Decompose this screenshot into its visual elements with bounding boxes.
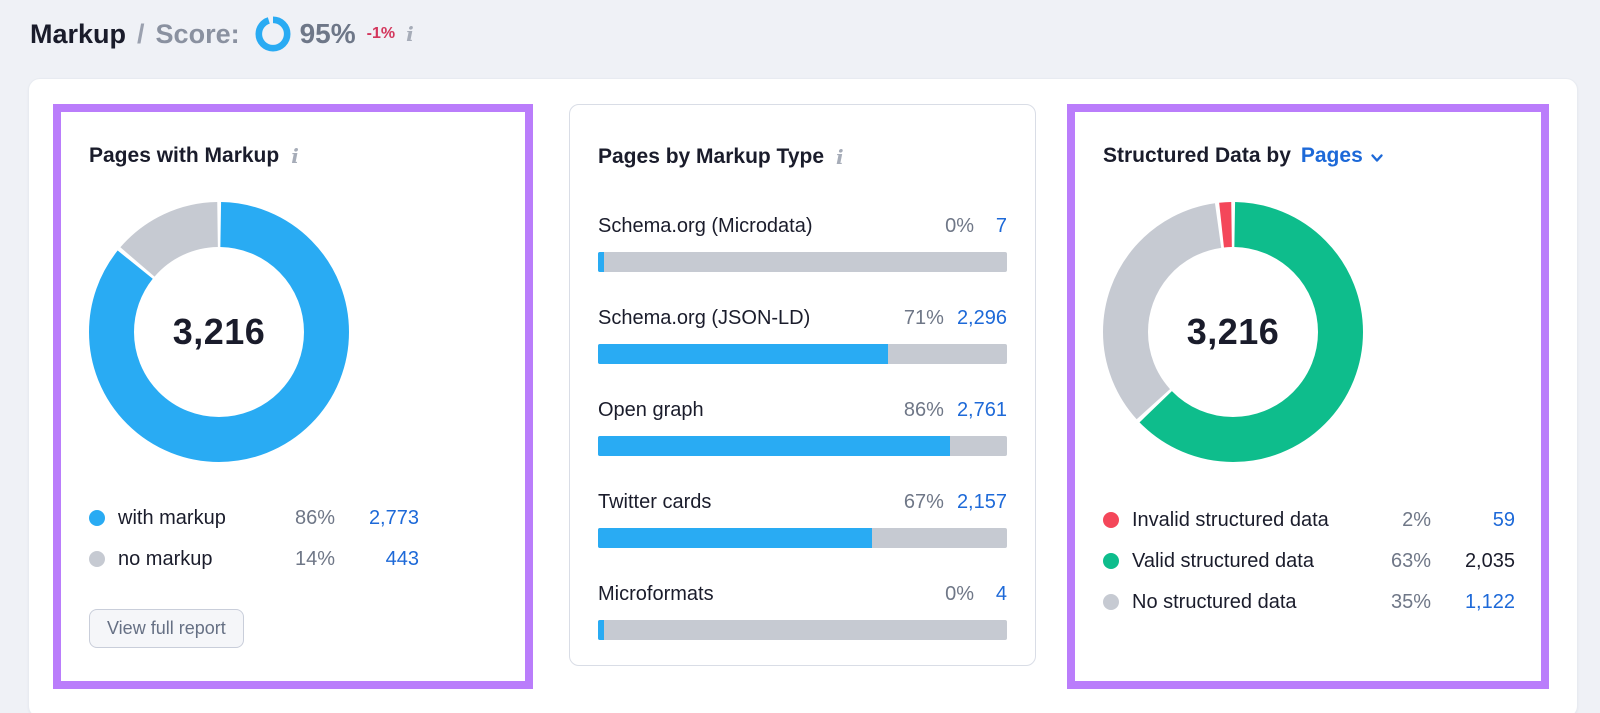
markup-report-panel: Pages with Markup i 3,216 with markup 86… <box>28 78 1578 713</box>
donut-center-value: 3,216 <box>1103 202 1363 462</box>
bar-count-link[interactable]: 2,761 <box>957 399 1007 422</box>
bar-percent: 86% <box>904 399 944 422</box>
blue-dot-icon <box>89 510 105 526</box>
bar-fill <box>598 620 604 640</box>
donut-center-value: 3,216 <box>89 202 349 462</box>
structured-data-title: Structured Data by <box>1103 144 1291 168</box>
bar-track <box>598 344 1007 364</box>
legend-item-with-markup: with markup 86% 2,773 <box>89 506 419 530</box>
bar-label: Schema.org (JSON-LD) <box>598 307 904 330</box>
legend-item-no-markup: no markup 14% 443 <box>89 547 419 571</box>
bar-row-schema-microdata: Schema.org (Microdata) 0% 7 <box>598 215 1007 272</box>
pages-selector-label: Pages <box>1301 144 1363 168</box>
bar-fill <box>598 344 888 364</box>
page-title: Markup <box>30 19 126 50</box>
legend-count-link[interactable]: 1,122 <box>1431 591 1515 614</box>
bar-count-link[interactable]: 2,296 <box>957 307 1007 330</box>
bar-label: Open graph <box>598 399 904 422</box>
bar-percent: 71% <box>904 307 944 330</box>
bar-count-link[interactable]: 7 <box>987 215 1007 238</box>
bar-track <box>598 436 1007 456</box>
bar-fill <box>598 436 950 456</box>
bar-percent: 0% <box>945 583 974 606</box>
bar-row-open-graph: Open graph 86% 2,761 <box>598 399 1007 456</box>
bar-count-link[interactable]: 2,157 <box>957 491 1007 514</box>
legend-count-link[interactable]: 59 <box>1431 509 1515 532</box>
score-delta-badge: -1% <box>367 25 395 43</box>
bar-track <box>598 528 1007 548</box>
bar-label: Schema.org (Microdata) <box>598 215 945 238</box>
score-label: Score: <box>156 19 240 50</box>
score-value: 95% <box>300 18 356 50</box>
legend-label: Invalid structured data <box>1132 509 1371 532</box>
pages-with-markup-legend: with markup 86% 2,773 no markup 14% 443 <box>89 506 419 571</box>
bar-percent: 0% <box>945 215 974 238</box>
legend-percent: 2% <box>1371 509 1431 532</box>
structured-data-card: Structured Data by Pages 3,216 Invalid s… <box>1067 104 1549 689</box>
bar-track <box>598 620 1007 640</box>
legend-percent: 63% <box>1371 550 1431 573</box>
score-ring-icon <box>255 16 291 52</box>
bar-row-microformats: Microformats 0% 4 <box>598 583 1007 640</box>
gray-dot-icon <box>89 551 105 567</box>
legend-percent: 14% <box>275 548 335 571</box>
pages-with-markup-title: Pages with Markup <box>89 144 279 168</box>
bar-track <box>598 252 1007 272</box>
structured-data-legend: Invalid structured data 2% 59 Valid stru… <box>1103 508 1515 614</box>
legend-percent: 35% <box>1371 591 1431 614</box>
legend-item-valid: Valid structured data 63% 2,035 <box>1103 549 1515 573</box>
pages-by-markup-type-info-icon[interactable]: i <box>834 147 846 167</box>
green-dot-icon <box>1103 553 1119 569</box>
pages-by-markup-type-title: Pages by Markup Type <box>598 145 824 169</box>
page-header: Markup / Score: 95% -1% i <box>30 16 416 52</box>
legend-count: 2,035 <box>1431 550 1515 573</box>
bar-label: Microformats <box>598 583 945 606</box>
breadcrumb-slash: / <box>137 19 145 50</box>
legend-item-none: No structured data 35% 1,122 <box>1103 590 1515 614</box>
legend-label: with markup <box>118 507 275 530</box>
pages-selector-dropdown[interactable]: Pages <box>1301 144 1385 168</box>
pages-with-markup-info-icon[interactable]: i <box>289 146 301 166</box>
bar-percent: 67% <box>904 491 944 514</box>
pages-with-markup-card: Pages with Markup i 3,216 with markup 86… <box>53 104 533 689</box>
bar-row-twitter-cards: Twitter cards 67% 2,157 <box>598 491 1007 548</box>
markup-type-bar-list: Schema.org (Microdata) 0% 7 Schema.org (… <box>598 215 1007 640</box>
legend-label: No structured data <box>1132 591 1371 614</box>
legend-count-link[interactable]: 443 <box>335 548 419 571</box>
bar-fill <box>598 528 872 548</box>
gray-dot-icon <box>1103 594 1119 610</box>
structured-data-donut-chart: 3,216 <box>1103 202 1363 462</box>
bar-label: Twitter cards <box>598 491 904 514</box>
bar-row-schema-jsonld: Schema.org (JSON-LD) 71% 2,296 <box>598 307 1007 364</box>
legend-percent: 86% <box>275 507 335 530</box>
red-dot-icon <box>1103 512 1119 528</box>
legend-label: no markup <box>118 548 275 571</box>
legend-count-link[interactable]: 2,773 <box>335 507 419 530</box>
chevron-down-icon <box>1369 150 1385 166</box>
view-full-report-button[interactable]: View full report <box>89 609 244 648</box>
bar-fill <box>598 252 604 272</box>
legend-label: Valid structured data <box>1132 550 1371 573</box>
score-info-icon[interactable]: i <box>404 24 416 44</box>
bar-count-link[interactable]: 4 <box>987 583 1007 606</box>
pages-by-markup-type-card: Pages by Markup Type i Schema.org (Micro… <box>569 104 1036 666</box>
legend-item-invalid: Invalid structured data 2% 59 <box>1103 508 1515 532</box>
pages-with-markup-donut-chart: 3,216 <box>89 202 349 462</box>
